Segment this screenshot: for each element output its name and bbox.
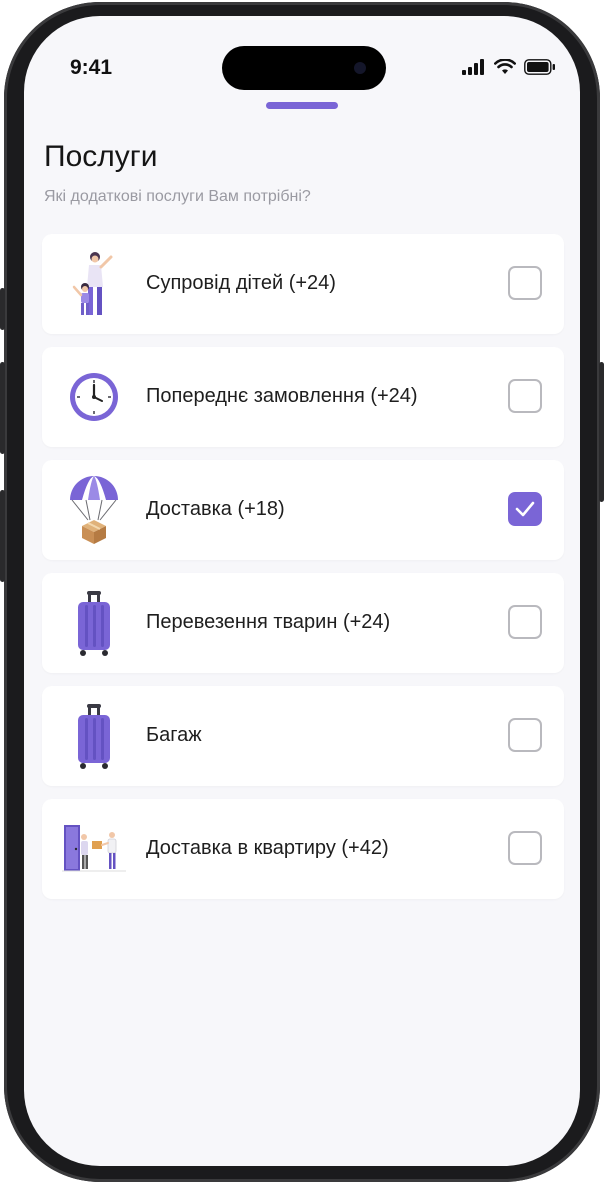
- service-label: Багаж: [146, 724, 202, 746]
- service-label: Доставка (+18): [146, 498, 285, 520]
- power-button: [599, 362, 604, 502]
- child-escort-icon: [62, 248, 126, 320]
- screen: 9:41 Послуги Які додаткові послуги Вам п…: [24, 16, 580, 1166]
- service-label: Перевезення тварин (+24): [146, 611, 391, 633]
- service-label: Попереднє замовлення (+24): [146, 385, 418, 407]
- action-button: [0, 288, 5, 330]
- service-checkbox[interactable]: [508, 266, 542, 300]
- service-row-delivery[interactable]: Доставка (+18): [42, 460, 564, 560]
- suitcase-icon: [62, 700, 126, 772]
- battery-icon: [524, 59, 555, 75]
- service-row-luggage[interactable]: Багаж: [42, 686, 564, 786]
- checkmark-icon: [515, 501, 535, 517]
- service-checkbox[interactable]: [508, 718, 542, 752]
- volume-up-button: [0, 362, 5, 454]
- wifi-icon: [494, 59, 516, 74]
- status-bar: 9:41: [24, 16, 580, 116]
- page-subtitle: Які додаткові послуги Вам потрібні?: [44, 188, 311, 205]
- service-label: Супровід дітей (+24): [146, 272, 336, 294]
- status-icons: [462, 59, 556, 75]
- volume-down-button: [0, 490, 5, 582]
- service-checkbox[interactable]: [508, 831, 542, 865]
- page-title: Послуги: [44, 140, 158, 173]
- service-row-animal-transport[interactable]: Перевезення тварин (+24): [42, 573, 564, 673]
- service-checkbox[interactable]: [508, 379, 542, 413]
- service-checkbox-checked[interactable]: [508, 492, 542, 526]
- clock-icon: [62, 361, 126, 433]
- status-time: 9:41: [70, 56, 113, 79]
- service-label: Доставка в квартиру (+42): [146, 837, 389, 859]
- sheet-drag-handle[interactable]: [266, 102, 338, 109]
- parachute-parcel-icon: [62, 474, 126, 546]
- service-row-pre-order[interactable]: Попереднє замовлення (+24): [42, 347, 564, 447]
- suitcase-icon: [62, 587, 126, 659]
- service-list: Супровід дітей (+24) Попереднє замовленн…: [42, 234, 564, 912]
- service-row-child-escort[interactable]: Супровід дітей (+24): [42, 234, 564, 334]
- service-row-apartment-delivery[interactable]: Доставка в квартиру (+42): [42, 799, 564, 899]
- dynamic-island: [222, 46, 386, 90]
- signal-icon: [462, 59, 484, 75]
- service-checkbox[interactable]: [508, 605, 542, 639]
- door-delivery-icon: [62, 813, 126, 885]
- camera-icon: [354, 62, 366, 74]
